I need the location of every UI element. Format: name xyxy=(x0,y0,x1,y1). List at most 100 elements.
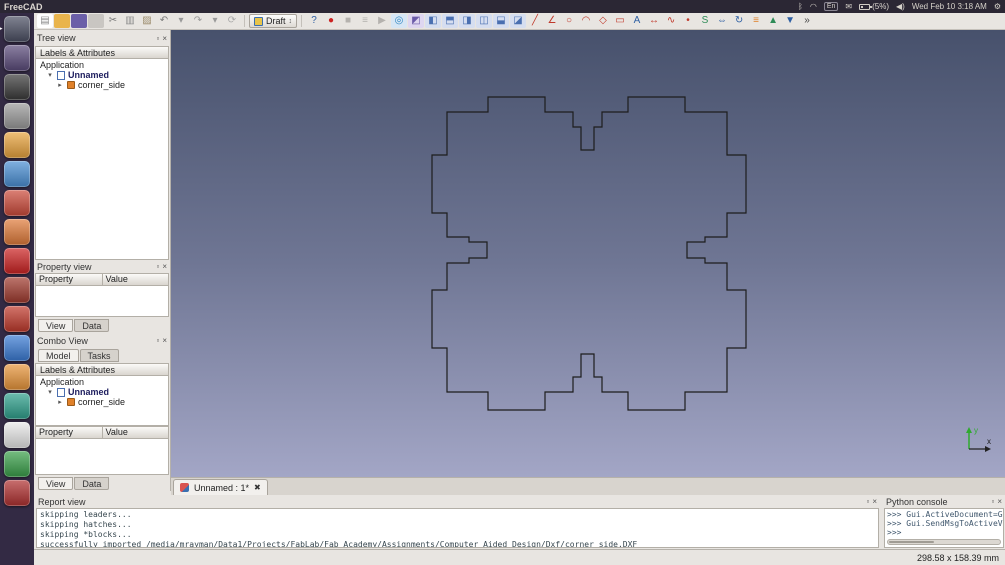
launcher-item-17[interactable] xyxy=(4,480,30,506)
view-top-button[interactable]: ⬒ xyxy=(442,14,459,28)
tab-data[interactable]: Data xyxy=(74,477,110,490)
macro-stop-button[interactable]: ■ xyxy=(340,14,356,28)
combo-tree-panel[interactable]: Application ▾ Unnamed ▸ corner_side xyxy=(35,376,169,426)
draft-text-button[interactable]: A xyxy=(629,14,645,28)
dock-float-button[interactable]: ▫ xyxy=(156,262,159,271)
launcher-item-13[interactable] xyxy=(4,364,30,390)
draft-point-button[interactable]: • xyxy=(680,14,696,28)
expander-open-icon[interactable]: ▾ xyxy=(46,388,54,396)
dock-float-button[interactable]: ▫ xyxy=(156,336,159,345)
macro-record-button[interactable]: ● xyxy=(323,14,339,28)
draft-rectangle-button[interactable]: ▭ xyxy=(612,14,628,28)
property-column-header[interactable]: Property xyxy=(35,426,103,439)
launcher-item-15[interactable] xyxy=(4,422,30,448)
keyboard-layout-indicator[interactable]: En xyxy=(823,2,839,11)
draft-dimension-button[interactable]: ↔ xyxy=(646,14,662,28)
tab-close-icon[interactable]: ✖ xyxy=(254,483,261,492)
draft-circle-button[interactable]: ○ xyxy=(561,14,577,28)
refresh-button[interactable]: ⟳ xyxy=(224,14,240,28)
combo-tree-root-application[interactable]: Application xyxy=(38,377,166,387)
tree-view-panel[interactable]: Application ▾ Unnamed ▸ corner_side xyxy=(35,59,169,260)
view-axonometric-button[interactable]: ◩ xyxy=(408,14,425,28)
tab-view[interactable]: View xyxy=(38,319,74,332)
launcher-item-5[interactable] xyxy=(4,132,30,158)
redo-button[interactable]: ↷ xyxy=(190,14,206,28)
combo-property-panel[interactable] xyxy=(35,439,169,475)
launcher-item-14[interactable] xyxy=(4,393,30,419)
view-front-button[interactable]: ◧ xyxy=(425,14,442,28)
launcher-item-11[interactable] xyxy=(4,306,30,332)
tab-view[interactable]: View xyxy=(38,477,74,490)
open-file-button[interactable] xyxy=(54,14,70,28)
combo-tree-item-unnamed[interactable]: ▾ Unnamed xyxy=(38,387,166,397)
tree-root-application[interactable]: Application xyxy=(38,60,166,70)
dock-float-button[interactable]: ▫ xyxy=(991,497,994,506)
window-title[interactable]: FreeCAD xyxy=(4,2,43,12)
macro-edit-button[interactable]: ≡ xyxy=(357,14,373,28)
launcher-item-2[interactable] xyxy=(4,45,30,71)
copy-button[interactable]: ▥ xyxy=(122,14,138,28)
toolbar-overflow-button[interactable]: » xyxy=(799,14,815,28)
combo-tree-item-corner-side[interactable]: ▸ corner_side xyxy=(38,397,166,407)
launcher-item-7[interactable] xyxy=(4,190,30,216)
volume-icon[interactable]: ◀) xyxy=(896,2,905,11)
draft-move-button[interactable]: ⇔ xyxy=(714,14,730,28)
document-tab-unnamed[interactable]: Unnamed : 1* ✖ xyxy=(173,479,268,495)
tab-tasks[interactable]: Tasks xyxy=(79,349,119,362)
dock-close-button[interactable]: × xyxy=(162,262,167,271)
expander-closed-icon[interactable]: ▸ xyxy=(56,81,64,89)
mail-icon[interactable]: ✉ xyxy=(845,2,852,11)
draft-arc-button[interactable]: ◠ xyxy=(578,14,594,28)
draft-polyline-button[interactable]: ∠ xyxy=(544,14,560,28)
3d-viewport[interactable]: y x xyxy=(171,30,1005,477)
battery-indicator[interactable]: (5%) xyxy=(859,2,889,11)
launcher-item-16[interactable] xyxy=(4,451,30,477)
value-column-header[interactable]: Value xyxy=(102,426,169,439)
expander-closed-icon[interactable]: ▸ xyxy=(56,398,64,406)
launcher-item-10[interactable] xyxy=(4,277,30,303)
draft-rotate-button[interactable]: ↻ xyxy=(731,14,747,28)
draft-offset-button[interactable]: ≡ xyxy=(748,14,764,28)
launcher-item-9[interactable] xyxy=(4,248,30,274)
draft-line-button[interactable]: ╱ xyxy=(527,14,543,28)
macro-play-button[interactable]: ▶ xyxy=(374,14,390,28)
launcher-freecad[interactable]: ▸ xyxy=(0,16,30,42)
combo-tree-header[interactable]: Labels & Attributes xyxy=(35,363,169,376)
tab-model[interactable]: Model xyxy=(38,349,79,362)
session-menu-icon[interactable]: ⚙ xyxy=(994,2,1001,11)
view-bottom-button[interactable]: ⬓ xyxy=(493,14,510,28)
redo-menu-button[interactable]: ▾ xyxy=(207,14,223,28)
horizontal-scrollbar[interactable] xyxy=(887,539,1001,545)
undo-button[interactable]: ↶ xyxy=(156,14,172,28)
value-column-header[interactable]: Value xyxy=(102,273,169,286)
bluetooth-icon[interactable]: ᛒ xyxy=(798,2,803,11)
dock-close-button[interactable]: × xyxy=(162,34,167,43)
draft-bspline-button[interactable]: ∿ xyxy=(663,14,679,28)
launcher-item-12[interactable] xyxy=(4,335,30,361)
draft-upgrade-button[interactable]: ▲ xyxy=(765,14,781,28)
clock-indicator[interactable]: Wed Feb 10 3:18 AM xyxy=(912,2,987,11)
dock-close-button[interactable]: × xyxy=(872,497,877,506)
draft-polygon-button[interactable]: ◇ xyxy=(595,14,611,28)
network-icon[interactable]: ◠ xyxy=(810,2,817,11)
new-file-button[interactable]: ▤ xyxy=(37,14,53,28)
tab-data[interactable]: Data xyxy=(74,319,110,332)
scrollbar-thumb[interactable] xyxy=(889,541,934,543)
view-fit-all-button[interactable]: ◎ xyxy=(391,14,408,28)
draft-downgrade-button[interactable]: ▼ xyxy=(782,14,798,28)
python-console-input[interactable]: >>> Gui.ActiveDocument=Gu >>> Gui.SendMs… xyxy=(884,508,1004,548)
tree-header[interactable]: Labels & Attributes xyxy=(35,46,169,59)
tree-item-corner-side[interactable]: ▸ corner_side xyxy=(38,80,166,90)
dock-close-button[interactable]: × xyxy=(997,497,1002,506)
dock-float-button[interactable]: ▫ xyxy=(156,34,159,43)
launcher-item-8[interactable] xyxy=(4,219,30,245)
dock-close-button[interactable]: × xyxy=(162,336,167,345)
view-right-button[interactable]: ◨ xyxy=(459,14,476,28)
dock-float-button[interactable]: ▫ xyxy=(866,497,869,506)
launcher-item-6[interactable] xyxy=(4,161,30,187)
expander-open-icon[interactable]: ▾ xyxy=(46,71,54,79)
view-rear-button[interactable]: ◫ xyxy=(476,14,493,28)
undo-menu-button[interactable]: ▾ xyxy=(173,14,189,28)
whats-this-button[interactable]: ? xyxy=(306,14,322,28)
property-view-panel[interactable] xyxy=(35,286,169,317)
